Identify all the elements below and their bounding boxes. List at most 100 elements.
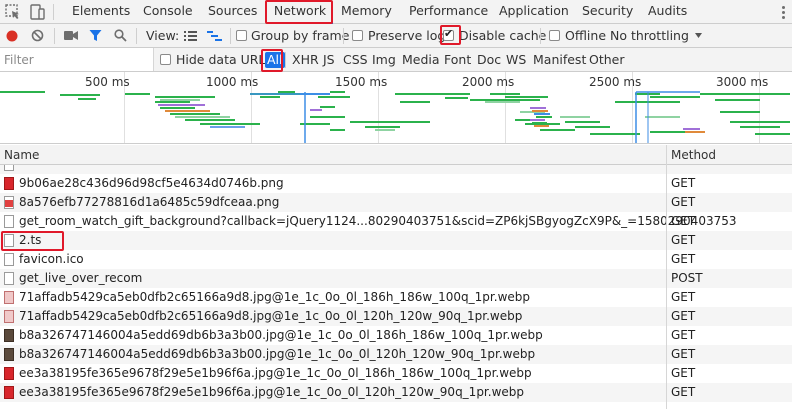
document-file-icon [4,215,14,228]
image-file-icon [4,291,14,304]
filter-type-xhr[interactable]: XHR [292,48,319,72]
image-file-icon [4,367,14,380]
filter-type-manifest[interactable]: Manifest [533,48,586,72]
requests-table-body: 9b06ae28c436d96d98cf5e4634d0746b.png GET… [0,165,792,409]
table-row[interactable]: 2.ts GET [0,231,792,250]
table-row[interactable]: 9b06ae28c436d96d98cf5e4634d0746b.png GET [0,174,792,193]
request-name: get_live_over_recom [19,271,143,285]
filter-type-ws[interactable]: WS [506,48,526,72]
filter-input[interactable] [0,48,154,71]
tab-performance[interactable]: Performance [409,0,488,24]
filter-bar: Hide data URLs All XHR JS CSS Img Media … [0,48,792,72]
image-file-icon [4,177,14,190]
tab-security[interactable]: Security [582,0,633,24]
request-name: 71affadb5429ca5eb0dfb2c65166a9d8.jpg@1e_… [19,290,531,304]
table-row[interactable]: favicon.ico GET [0,250,792,269]
request-name: get_room_watch_gift_background?callback=… [19,214,737,228]
request-method: GET [671,328,696,342]
tab-console[interactable]: Console [143,0,193,24]
waterfall-overview-icon[interactable] [207,30,222,42]
tab-audits[interactable]: Audits [648,0,687,24]
image-file-icon [4,196,14,209]
tab-memory[interactable]: Memory [341,0,392,24]
filter-type-img[interactable]: Img [372,48,396,72]
disable-cache-label: Disable cache [459,28,547,43]
record-icon[interactable] [6,30,18,42]
group-by-frame-label: Group by frame [251,28,350,43]
request-method: GET [671,176,696,190]
filter-funnel-icon[interactable] [89,29,102,42]
search-icon[interactable] [114,29,127,42]
request-method: GET [671,366,696,380]
request-method: GET [671,214,696,228]
highlight-disable-cache [440,25,461,45]
requests-table-header: Name Method [0,145,792,165]
request-name: b8a326747146004a5edd69db6b3a3b00.jpg@1e_… [19,347,536,361]
image-file-icon [4,329,14,342]
filter-separator [285,52,286,68]
table-row[interactable]: ee3a38195fe365e9678f29e5e1b96f6a.jpg@1e_… [0,383,792,402]
table-row[interactable]: get_live_over_recom POST [0,269,792,288]
request-method: GET [671,309,696,323]
tab-elements[interactable]: Elements [72,0,130,24]
column-header-name[interactable]: Name [4,145,39,165]
image-file-icon [4,386,14,399]
large-rows-icon[interactable] [184,30,197,42]
column-header-method[interactable]: Method [671,145,716,165]
filter-type-doc[interactable]: Doc [477,48,501,72]
preserve-log-label: Preserve log [368,28,446,43]
tab-sources[interactable]: Sources [208,0,257,24]
request-name: b8a326747146004a5edd69db6b3a3b00.jpg@1e_… [19,328,543,342]
toolbar-separator [343,28,344,44]
hide-data-urls-checkbox[interactable] [160,54,171,65]
request-method: GET [671,290,696,304]
more-tabs-menu-icon[interactable] [782,6,785,19]
table-row[interactable]: 8a576efb77278816d1a6485c59dfceaa.png GET [0,193,792,212]
overview-request-bars [0,91,790,143]
table-row[interactable]: 71affadb5429ca5eb0dfb2c65166a9d8.jpg@1e_… [0,288,792,307]
request-method: GET [671,195,696,209]
throttling-select[interactable]: No throttling [610,24,689,48]
toolbar-separator [540,28,541,44]
request-method: POST [671,271,703,285]
request-name: 71affadb5429ca5eb0dfb2c65166a9d8.jpg@1e_… [19,309,523,323]
document-file-icon [4,253,14,266]
offline-checkbox[interactable] [549,30,560,41]
filter-type-js[interactable]: JS [323,48,335,72]
request-method: GET [671,347,696,361]
clear-icon[interactable] [31,29,44,42]
table-row[interactable]: ee3a38195fe365e9678f29e5e1b96f6a.jpg@1e_… [0,364,792,383]
request-name: ee3a38195fe365e9678f29e5e1b96f6a.jpg@1e_… [19,366,532,380]
table-row[interactable]: get_room_watch_gift_background?callback=… [0,212,792,231]
chevron-down-icon[interactable] [695,33,702,38]
file-icon [4,165,14,171]
inspect-element-icon[interactable] [4,3,22,21]
device-toolbar-icon[interactable] [28,3,46,21]
table-row-partial[interactable] [0,165,792,174]
tab-application[interactable]: Application [499,0,569,24]
filter-type-other[interactable]: Other [589,48,625,72]
network-toolbar: View: Group by frame Preserve log Disabl… [0,24,792,48]
request-name: 9b06ae28c436d96d98cf5e4634d0746b.png [19,176,284,190]
table-row[interactable]: b8a326747146004a5edd69db6b3a3b00.jpg@1e_… [0,345,792,364]
filter-type-font[interactable]: Font [444,48,471,72]
table-row[interactable]: 71affadb5429ca5eb0dfb2c65166a9d8.jpg@1e_… [0,307,792,326]
table-row[interactable]: b8a326747146004a5edd69db6b3a3b00.jpg@1e_… [0,326,792,345]
image-file-icon [4,310,14,323]
group-by-frame-checkbox[interactable] [236,30,247,41]
request-method: GET [671,233,696,247]
offline-label: Offline [565,28,607,43]
column-divider[interactable] [666,145,667,409]
image-file-icon [4,348,14,361]
document-file-icon [4,272,14,285]
screenshot-camera-icon[interactable] [64,30,78,41]
highlight-2ts-row [1,231,64,251]
view-label: View: [146,28,180,43]
preserve-log-checkbox[interactable] [352,30,363,41]
filter-type-media[interactable]: Media [402,48,440,72]
toolbar-separator [54,28,55,44]
network-overview-timeline[interactable]: 500 ms 1000 ms 1500 ms 2000 ms 2500 ms 3… [0,72,792,144]
devtools-tab-bar: Elements Console Sources Network Memory … [0,0,792,24]
filter-type-css[interactable]: CSS [343,48,368,72]
highlight-network-tab [265,0,333,24]
